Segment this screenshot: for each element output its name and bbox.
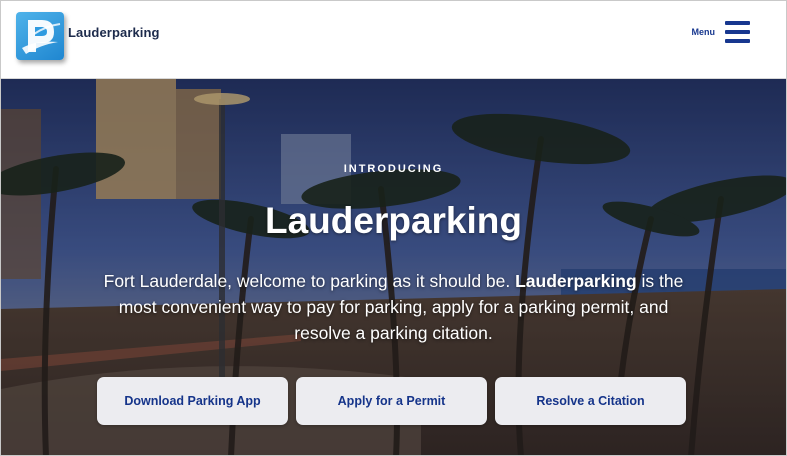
- site-header: Lauderparking Menu: [1, 1, 786, 79]
- menu-label: Menu: [691, 27, 716, 37]
- download-parking-app-button[interactable]: Download Parking App: [97, 377, 288, 425]
- hero-description: Fort Lauderdale, welcome to parking as i…: [101, 268, 686, 346]
- hero-section: INTRODUCING Lauderparking Fort Lauderdal…: [1, 79, 786, 455]
- lauderparking-logo-icon[interactable]: [16, 12, 64, 60]
- hero-text-brand: Lauderparking: [515, 271, 637, 291]
- apply-for-permit-button[interactable]: Apply for a Permit: [296, 377, 487, 425]
- page: Lauderparking Menu INTRODUCING Lauderpar…: [0, 0, 787, 456]
- hero-eyebrow: INTRODUCING: [343, 163, 444, 175]
- hamburger-menu-icon[interactable]: [725, 21, 750, 43]
- hero-title: Lauderparking: [265, 200, 522, 241]
- hero-text-part1: Fort Lauderdale, welcome to parking as i…: [103, 271, 516, 291]
- resolve-citation-button[interactable]: Resolve a Citation: [495, 377, 686, 425]
- hero-buttons: Download Parking App Apply for a Permit …: [97, 377, 686, 425]
- menu-button[interactable]: Menu: [691, 19, 750, 45]
- brand-name[interactable]: Lauderparking: [68, 25, 160, 40]
